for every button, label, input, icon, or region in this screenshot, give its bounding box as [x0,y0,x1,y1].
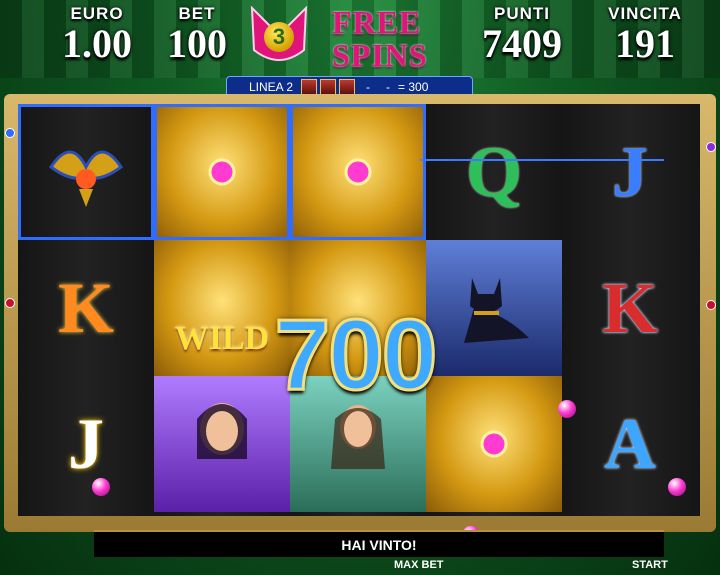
golden-scarab-symbol [18,104,154,240]
line-amount: = 300 [398,80,429,94]
golden-mask-symbol [154,104,290,240]
reel-letter: Q [465,131,522,212]
gem-icon [558,400,576,418]
mini-symbol-icon [301,79,318,95]
right-line-marker [706,300,716,310]
scarab-icon [48,150,124,207]
mini-symbol-icon [320,79,337,95]
reel-5: J K A [562,104,700,516]
gem-icon [344,158,372,186]
bet-value: 100 [167,21,227,66]
reel-letter: A [604,403,656,484]
win-amount: 700 [273,299,439,412]
gem-icon [480,430,508,458]
free-spins-line2: SPINS [332,37,428,73]
reel-letter: J [68,403,104,484]
punti-value: 7409 [482,21,562,66]
left-line-marker [5,128,15,138]
gem-icon [92,478,110,496]
mini-symbol-icon [339,79,356,95]
symbol-k: K [18,240,154,376]
win-message: HAI VINTO! [341,536,417,553]
line-label: LINEA 2 [249,80,294,94]
free-spins-logo: 3 FREE SPINS [244,4,444,74]
free-spins-line1: FREE [332,4,422,40]
line-dash: - [366,80,371,94]
max-bet-button[interactable]: MAX BET [394,559,444,571]
vincita-value: 191 [615,21,675,66]
symbol-j: J [562,104,698,240]
free-spins-count: 3 [264,22,294,52]
euro-display: EURO 1.00 [42,0,152,75]
gem-icon [668,478,686,496]
right-line-marker [706,142,716,152]
punti-display: PUNTI 7409 [462,0,582,75]
vincita-display: VINCITA 191 [590,0,700,75]
payline-indicator [420,159,664,161]
reel-letter: J [612,131,648,212]
line-dash: - [386,80,391,94]
symbol-k: K [562,240,698,376]
free-spins-title: FREE SPINS [332,6,428,72]
symbol-j: J [18,376,154,512]
gem-icon [208,158,236,186]
bet-display: BET 100 [152,0,242,75]
golden-mask-symbol [290,104,426,240]
start-button[interactable]: START [632,559,668,571]
message-bar: HAI VINTO! [94,530,664,557]
reel-letter: K [601,267,658,348]
reel-letter: K [57,267,114,348]
left-line-marker [5,298,15,308]
euro-value: 1.00 [62,21,132,66]
symbol-q: Q [426,104,562,240]
reel-1: K J [18,104,156,516]
